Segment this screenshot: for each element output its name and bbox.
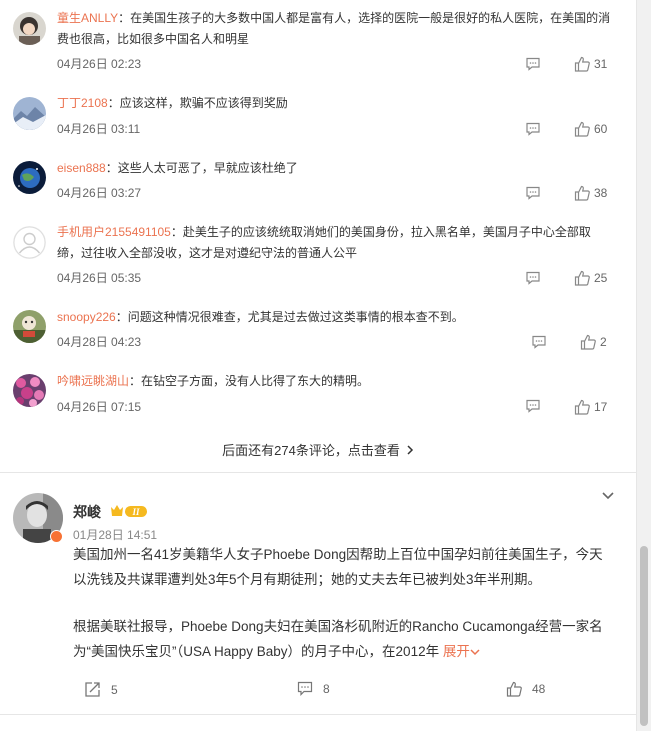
post-paragraph: 根据美联社报导，Phoebe Dong夫妇在美国洛杉矶附近的Rancho Cuc… [73,619,603,659]
comment-text: snoopy226：问题这种情况很难查，尤其是过去做过这类事情的根本查不到。 [57,310,464,324]
comment-username[interactable]: 吟啸远眺湖山 [57,374,129,388]
comment-username[interactable]: 手机用户2155491105 [57,225,171,239]
comment-username[interactable]: eisen888 [57,161,106,175]
reply-icon[interactable] [525,57,541,71]
comment-text: 手机用户2155491105：赴美生子的应该统统取消她们的美国身份，拉入黑名单，… [57,225,591,260]
scrollbar[interactable] [636,0,651,731]
comment-username[interactable]: 童生ANLLY [57,11,118,25]
reply-icon[interactable] [525,271,541,285]
weibo-feed: 童生ANLLY：在美国生孩子的大多数中国人都是富有人，选择的医院一般是很好的私人… [0,0,636,731]
like-button[interactable]: 60 [574,121,607,137]
avatar[interactable] [13,310,46,343]
like-button[interactable]: 38 [574,185,607,201]
level-badge: II [111,505,147,517]
comment-text: 童生ANLLY：在美国生孩子的大多数中国人都是富有人，选择的医院一般是很好的私人… [57,11,611,46]
avatar[interactable] [13,226,46,259]
like-button[interactable]: 2 [580,334,607,350]
comment-username[interactable]: snoopy226 [57,310,116,324]
comment-button[interactable]: 8 [297,681,330,696]
post-time: 01月28日 14:51 [73,528,158,542]
comment-text: 吟啸远眺湖山：在钻空子方面，没有人比得了东大的精明。 [57,374,370,388]
comment-time: 04月26日 02:23 [57,57,142,71]
divider [0,714,636,715]
avatar[interactable] [13,374,46,407]
post-paragraph: 美国加州一名41岁美籍华人女子Phoebe Dong因帮助上百位中国孕妇前往美国… [73,547,603,587]
reply-icon[interactable] [525,399,541,413]
comment-time: 04月26日 07:15 [57,400,142,414]
post-content: 美国加州一名41岁美籍华人女子Phoebe Dong因帮助上百位中国孕妇前往美国… [73,542,613,664]
comment-icon [297,681,313,696]
repost-icon [85,682,100,697]
reply-icon[interactable] [525,186,541,200]
thumbs-up-icon [580,334,596,350]
repost-button[interactable]: 5 [84,681,118,698]
comment-time: 04月26日 05:35 [57,271,142,285]
verified-badge [50,530,63,543]
like-button[interactable]: 48 [506,681,545,697]
thumbs-up-icon [574,185,590,201]
avatar[interactable] [13,161,46,194]
comment-username[interactable]: 丁丁2108 [57,96,108,110]
thumbs-up-icon [574,121,590,137]
thumbs-up-icon [574,270,590,286]
expand-link[interactable]: 展开 [439,644,480,659]
divider [0,472,636,473]
chevron-down-icon [470,649,480,656]
more-comments-link[interactable]: 后面还有274条评论，点击查看 [0,440,636,459]
avatar[interactable] [13,97,46,130]
thumbs-up-icon [574,399,590,415]
author-name[interactable]: 郑峻 [73,502,101,522]
thumbs-up-icon [574,56,590,72]
chevron-down-icon[interactable] [600,488,616,504]
reply-icon[interactable] [525,122,541,136]
chevron-right-icon [406,443,414,458]
comment-text: 丁丁2108：应该这样，欺骗不应该得到奖励 [57,96,288,110]
reply-icon[interactable] [531,335,547,349]
like-button[interactable]: 17 [574,399,607,415]
level-label: II [131,507,140,517]
post-actions: 5 8 48 [0,681,636,701]
like-button[interactable]: 25 [574,270,607,286]
avatar[interactable] [13,12,46,45]
thumbs-up-icon [506,681,522,697]
comment-time: 04月28日 04:23 [57,335,142,349]
comment-time: 04月26日 03:27 [57,186,142,200]
scrollbar-thumb[interactable] [640,546,648,726]
comment-time: 04月26日 03:11 [57,122,141,136]
comment-text: eisen888：这些人太可恶了，早就应该杜绝了 [57,161,298,175]
like-button[interactable]: 31 [574,56,607,72]
